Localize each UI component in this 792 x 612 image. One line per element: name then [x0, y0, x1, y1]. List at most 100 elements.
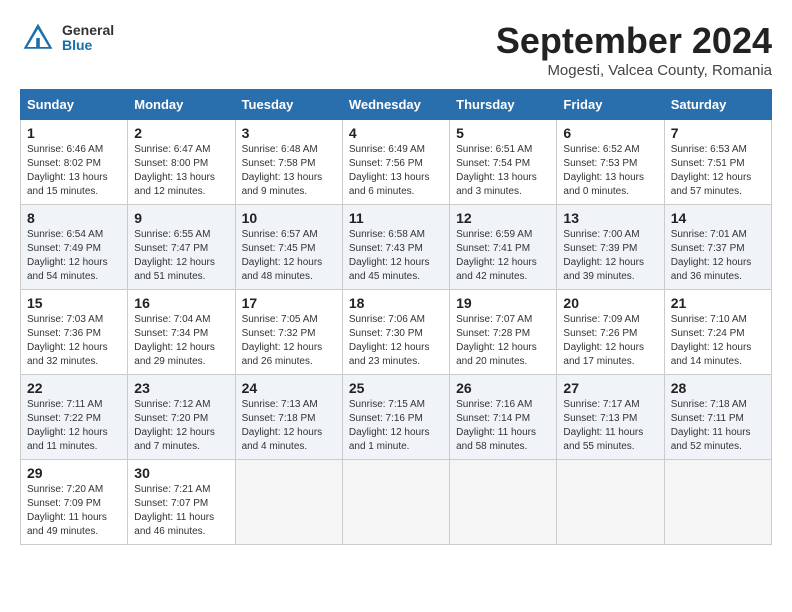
day-number: 24: [242, 380, 336, 396]
day-info: Sunrise: 7:12 AM Sunset: 7:20 PM Dayligh…: [134, 398, 228, 454]
day-info: Sunrise: 6:59 AM Sunset: 7:41 PM Dayligh…: [456, 228, 550, 284]
calendar-cell: [235, 460, 342, 545]
day-number: 8: [27, 210, 121, 226]
day-info: Sunrise: 7:04 AM Sunset: 7:34 PM Dayligh…: [134, 313, 228, 369]
day-info: Sunrise: 7:11 AM Sunset: 7:22 PM Dayligh…: [27, 398, 121, 454]
day-info: Sunrise: 6:47 AM Sunset: 8:00 PM Dayligh…: [134, 143, 228, 199]
day-number: 14: [671, 210, 765, 226]
day-info: Sunrise: 6:58 AM Sunset: 7:43 PM Dayligh…: [349, 228, 443, 284]
calendar-cell: 20 Sunrise: 7:09 AM Sunset: 7:26 PM Dayli…: [557, 290, 664, 375]
calendar-cell: 25 Sunrise: 7:15 AM Sunset: 7:16 PM Dayli…: [342, 375, 449, 460]
calendar-cell: 16Sunrise: 7:04 AM Sunset: 7:34 PM Dayli…: [128, 290, 235, 375]
calendar-cell: 7 Sunrise: 6:53 AM Sunset: 7:51 PM Daylig…: [664, 120, 771, 205]
calendar-cell: 3 Sunrise: 6:48 AM Sunset: 7:58 PM Daylig…: [235, 120, 342, 205]
day-number: 4: [349, 125, 443, 141]
calendar-cell: [450, 460, 557, 545]
day-number: 6: [563, 125, 657, 141]
col-header-saturday: Saturday: [664, 90, 771, 120]
calendar-cell: 29 Sunrise: 7:20 AM Sunset: 7:09 PM Dayli…: [21, 460, 128, 545]
day-info: Sunrise: 6:55 AM Sunset: 7:47 PM Dayligh…: [134, 228, 228, 284]
day-number: 3: [242, 125, 336, 141]
day-info: Sunrise: 7:15 AM Sunset: 7:16 PM Dayligh…: [349, 398, 443, 454]
day-number: 19: [456, 295, 550, 311]
col-header-wednesday: Wednesday: [342, 90, 449, 120]
day-info: Sunrise: 6:48 AM Sunset: 7:58 PM Dayligh…: [242, 143, 336, 199]
calendar-cell: 30Sunrise: 7:21 AM Sunset: 7:07 PM Dayli…: [128, 460, 235, 545]
calendar-cell: 12 Sunrise: 6:59 AM Sunset: 7:41 PM Dayli…: [450, 205, 557, 290]
calendar-cell: 1 Sunrise: 6:46 AM Sunset: 8:02 PM Daylig…: [21, 120, 128, 205]
calendar-cell: 2Sunrise: 6:47 AM Sunset: 8:00 PM Daylig…: [128, 120, 235, 205]
week-row: 8 Sunrise: 6:54 AM Sunset: 7:49 PM Daylig…: [21, 205, 772, 290]
location-subtitle: Mogesti, Valcea County, Romania: [496, 62, 772, 79]
day-info: Sunrise: 7:09 AM Sunset: 7:26 PM Dayligh…: [563, 313, 657, 369]
calendar-cell: [342, 460, 449, 545]
week-row: 15 Sunrise: 7:03 AM Sunset: 7:36 PM Dayli…: [21, 290, 772, 375]
day-info: Sunrise: 6:52 AM Sunset: 7:53 PM Dayligh…: [563, 143, 657, 199]
calendar-cell: 6 Sunrise: 6:52 AM Sunset: 7:53 PM Daylig…: [557, 120, 664, 205]
day-info: Sunrise: 7:16 AM Sunset: 7:14 PM Dayligh…: [456, 398, 550, 454]
day-info: Sunrise: 7:20 AM Sunset: 7:09 PM Dayligh…: [27, 483, 121, 539]
page-header: General Blue September 2024 Mogesti, Val…: [20, 20, 772, 79]
day-number: 13: [563, 210, 657, 226]
col-header-friday: Friday: [557, 90, 664, 120]
day-number: 23: [134, 380, 228, 396]
day-info: Sunrise: 7:05 AM Sunset: 7:32 PM Dayligh…: [242, 313, 336, 369]
day-info: Sunrise: 7:13 AM Sunset: 7:18 PM Dayligh…: [242, 398, 336, 454]
calendar-cell: 21Sunrise: 7:10 AM Sunset: 7:24 PM Dayli…: [664, 290, 771, 375]
day-info: Sunrise: 7:01 AM Sunset: 7:37 PM Dayligh…: [671, 228, 765, 284]
calendar-cell: 9 Sunrise: 6:55 AM Sunset: 7:47 PM Daylig…: [128, 205, 235, 290]
col-header-monday: Monday: [128, 90, 235, 120]
day-number: 20: [563, 295, 657, 311]
calendar-cell: [557, 460, 664, 545]
day-number: 10: [242, 210, 336, 226]
calendar-cell: 17Sunrise: 7:05 AM Sunset: 7:32 PM Dayli…: [235, 290, 342, 375]
day-info: Sunrise: 7:18 AM Sunset: 7:11 PM Dayligh…: [671, 398, 765, 454]
day-info: Sunrise: 7:17 AM Sunset: 7:13 PM Dayligh…: [563, 398, 657, 454]
day-info: Sunrise: 6:54 AM Sunset: 7:49 PM Dayligh…: [27, 228, 121, 284]
col-header-thursday: Thursday: [450, 90, 557, 120]
day-number: 27: [563, 380, 657, 396]
logo-blue: Blue: [62, 38, 114, 53]
logo: General Blue: [20, 20, 114, 56]
day-info: Sunrise: 7:06 AM Sunset: 7:30 PM Dayligh…: [349, 313, 443, 369]
week-row: 29 Sunrise: 7:20 AM Sunset: 7:09 PM Dayli…: [21, 460, 772, 545]
day-number: 29: [27, 465, 121, 481]
calendar-cell: 15 Sunrise: 7:03 AM Sunset: 7:36 PM Dayli…: [21, 290, 128, 375]
logo-text: General Blue: [62, 23, 114, 54]
calendar-cell: [664, 460, 771, 545]
day-number: 9: [134, 210, 228, 226]
day-info: Sunrise: 6:46 AM Sunset: 8:02 PM Dayligh…: [27, 143, 121, 199]
calendar-cell: 27 Sunrise: 7:17 AM Sunset: 7:13 PM Dayli…: [557, 375, 664, 460]
week-row: 22Sunrise: 7:11 AM Sunset: 7:22 PM Dayli…: [21, 375, 772, 460]
logo-icon: [20, 20, 56, 56]
header-row: SundayMondayTuesdayWednesdayThursdayFrid…: [21, 90, 772, 120]
calendar-cell: 22Sunrise: 7:11 AM Sunset: 7:22 PM Dayli…: [21, 375, 128, 460]
day-info: Sunrise: 6:53 AM Sunset: 7:51 PM Dayligh…: [671, 143, 765, 199]
col-header-tuesday: Tuesday: [235, 90, 342, 120]
day-number: 26: [456, 380, 550, 396]
calendar-cell: 11 Sunrise: 6:58 AM Sunset: 7:43 PM Dayli…: [342, 205, 449, 290]
col-header-sunday: Sunday: [21, 90, 128, 120]
day-number: 1: [27, 125, 121, 141]
calendar-cell: 19 Sunrise: 7:07 AM Sunset: 7:28 PM Dayli…: [450, 290, 557, 375]
day-number: 12: [456, 210, 550, 226]
calendar-cell: 10Sunrise: 6:57 AM Sunset: 7:45 PM Dayli…: [235, 205, 342, 290]
day-number: 11: [349, 210, 443, 226]
day-number: 18: [349, 295, 443, 311]
day-number: 5: [456, 125, 550, 141]
day-number: 25: [349, 380, 443, 396]
day-info: Sunrise: 7:03 AM Sunset: 7:36 PM Dayligh…: [27, 313, 121, 369]
day-info: Sunrise: 6:51 AM Sunset: 7:54 PM Dayligh…: [456, 143, 550, 199]
day-info: Sunrise: 7:07 AM Sunset: 7:28 PM Dayligh…: [456, 313, 550, 369]
calendar-cell: 4 Sunrise: 6:49 AM Sunset: 7:56 PM Daylig…: [342, 120, 449, 205]
calendar-cell: 23 Sunrise: 7:12 AM Sunset: 7:20 PM Dayli…: [128, 375, 235, 460]
calendar-cell: 14 Sunrise: 7:01 AM Sunset: 7:37 PM Dayli…: [664, 205, 771, 290]
title-section: September 2024 Mogesti, Valcea County, R…: [496, 20, 772, 79]
day-number: 7: [671, 125, 765, 141]
day-number: 15: [27, 295, 121, 311]
day-info: Sunrise: 7:00 AM Sunset: 7:39 PM Dayligh…: [563, 228, 657, 284]
day-info: Sunrise: 6:49 AM Sunset: 7:56 PM Dayligh…: [349, 143, 443, 199]
calendar-table: SundayMondayTuesdayWednesdayThursdayFrid…: [20, 89, 772, 545]
day-number: 21: [671, 295, 765, 311]
day-number: 28: [671, 380, 765, 396]
